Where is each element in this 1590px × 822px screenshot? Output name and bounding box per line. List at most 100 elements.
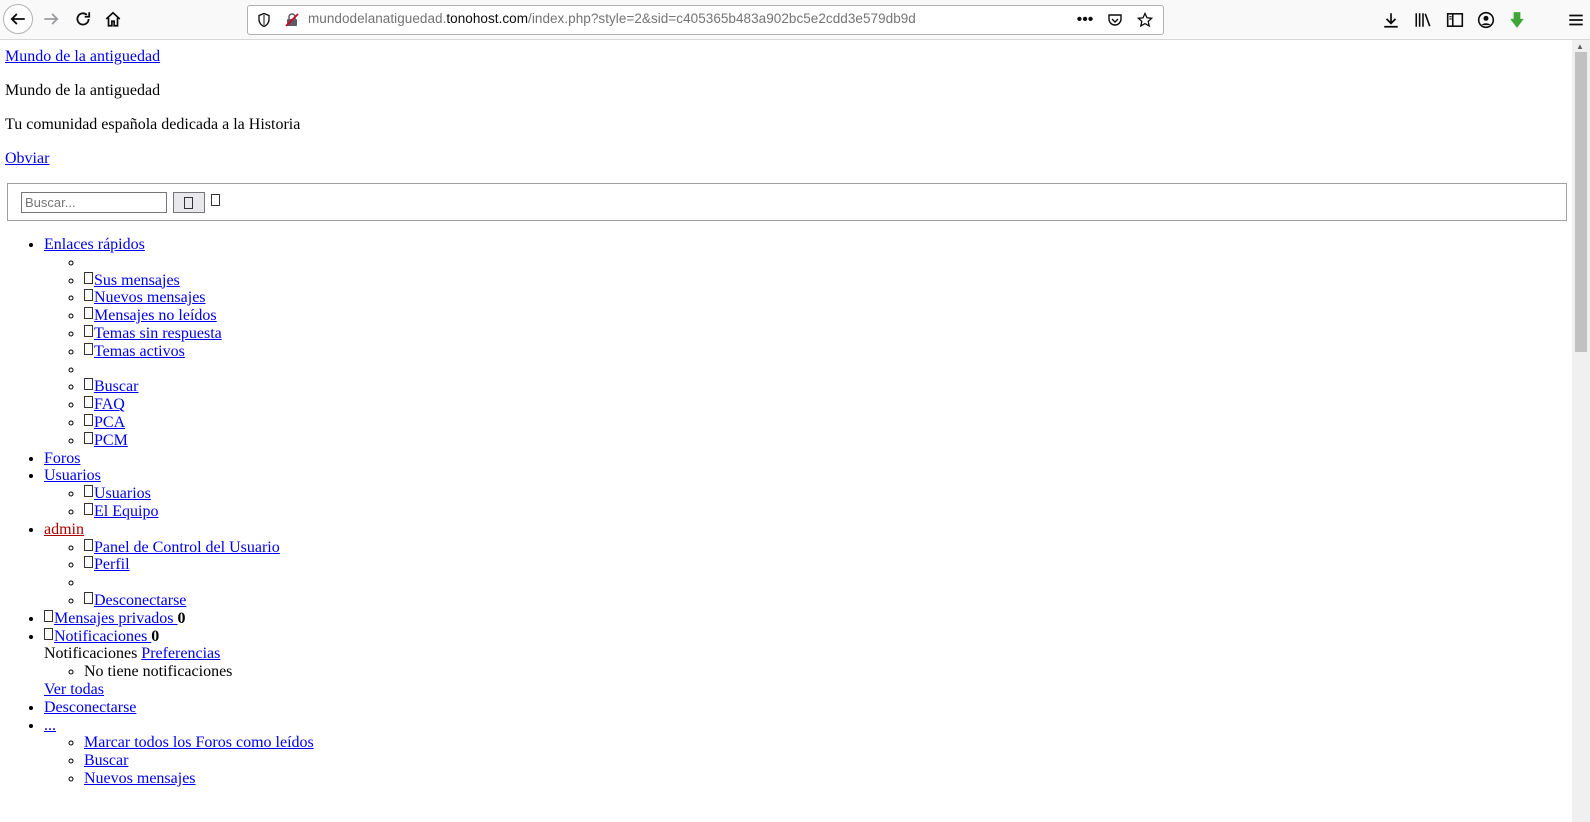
page-content: Mundo de la antiguedad Mundo de la antig… (0, 40, 1572, 822)
admin-user-link[interactable]: admin (44, 521, 84, 538)
pocket-icon[interactable] (1105, 10, 1125, 30)
mcp-link[interactable]: PCM (84, 431, 128, 449)
extension-icon[interactable] (1506, 9, 1528, 31)
link-label: Mensajes no leídos (94, 307, 217, 325)
forums-link[interactable]: Foros (44, 450, 80, 467)
scrollbar-thumb[interactable] (1575, 52, 1587, 352)
list-item: Panel de Control del Usuario (84, 538, 314, 557)
search-link[interactable]: Buscar (84, 378, 138, 395)
sidebar-icon[interactable] (1444, 9, 1466, 31)
link-label: FAQ (94, 396, 125, 414)
account-icon[interactable] (1475, 9, 1497, 31)
quick-links-toggle[interactable]: Enlaces rápidos (44, 236, 145, 253)
faq-link[interactable]: FAQ (84, 396, 125, 413)
home-icon[interactable] (98, 4, 128, 34)
view-all-notifications-link[interactable]: Ver todas (44, 681, 104, 698)
list-item: Mensajes no leídos (84, 307, 314, 325)
advanced-search-link[interactable] (211, 194, 221, 212)
missing-glyph-icon (84, 396, 93, 409)
list-item: Temas activos (84, 342, 314, 361)
site-tagline: Tu comunidad española dedicada a la Hist… (5, 116, 301, 133)
list-item: Nuevos mensajes (84, 289, 314, 307)
missing-glyph-icon (84, 538, 93, 551)
more-menu-link[interactable]: ... (44, 717, 56, 734)
missing-glyph-icon (44, 609, 53, 622)
link-label: Desconectarse (94, 591, 187, 609)
unread-posts-link[interactable]: Mensajes no leídos (84, 307, 217, 324)
menu-icon[interactable] (1566, 9, 1586, 31)
list-item: Nuevos mensajes (84, 770, 314, 788)
profile-link[interactable]: Perfil (84, 556, 130, 573)
private-messages-link[interactable]: Mensajes privados (44, 609, 178, 627)
members-link[interactable]: Usuarios (84, 485, 151, 502)
more-icon[interactable]: ••• (1075, 10, 1095, 30)
link-label: PCA (94, 413, 126, 431)
url-text: mundodelanatiguedad.tonohost.com/index.p… (308, 11, 916, 26)
notification-preferences-link[interactable]: Preferencias (141, 645, 220, 662)
separator-item (84, 574, 314, 592)
skip-link[interactable]: Obviar (5, 150, 49, 167)
list-item: Buscar (84, 752, 314, 770)
list-item: El Equipo (84, 502, 314, 521)
missing-glyph-icon (184, 196, 193, 209)
bookmark-star-icon[interactable] (1135, 10, 1155, 30)
forward-icon[interactable] (36, 4, 66, 34)
users-link[interactable]: Usuarios (44, 467, 101, 484)
scroll-up-arrow-icon[interactable]: ▲ (1576, 42, 1584, 51)
notifications-link[interactable]: Notificaciones (44, 627, 151, 645)
team-link[interactable]: El Equipo (84, 502, 158, 520)
quick-links-item: Enlaces rápidos Sus mensajes Nuevos mens… (44, 236, 314, 450)
account-logout-link[interactable]: Desconectarse (84, 591, 187, 609)
missing-glyph-icon (84, 307, 93, 320)
acp-link[interactable]: PCA (84, 413, 126, 431)
logout-link[interactable]: Desconectarse (44, 699, 136, 716)
link-label: Sus mensajes (94, 271, 180, 289)
site-home-link[interactable]: Mundo de la antiguedad (5, 48, 160, 65)
unanswered-topics-link[interactable]: Temas sin respuesta (84, 324, 222, 342)
shield-icon[interactable] (256, 12, 272, 28)
link-label: Nuevos mensajes (94, 289, 206, 307)
list-item: Marcar todos los Foros como leídos (84, 734, 314, 752)
link-label: Usuarios (94, 485, 151, 503)
list-item: Perfil (84, 556, 314, 574)
list-item: Desconectarse (84, 591, 314, 610)
url-subdomain: mundodelanatiguedad. (308, 11, 447, 26)
missing-glyph-icon (84, 413, 93, 426)
download-icon[interactable] (1380, 9, 1402, 31)
browser-toolbar: mundodelanatiguedad.tonohost.com/index.p… (0, 0, 1590, 40)
link-label: Temas activos (94, 342, 185, 360)
pm-count: 0 (177, 609, 186, 627)
list-item: Foros (44, 450, 314, 468)
search-input[interactable] (21, 192, 167, 213)
list-item: Notificaciones 0 Notificaciones Preferen… (44, 627, 314, 699)
missing-glyph-icon (84, 289, 93, 302)
url-bar[interactable]: mundodelanatiguedad.tonohost.com/index.p… (247, 5, 1164, 35)
library-icon[interactable] (1412, 9, 1434, 31)
back-icon[interactable] (3, 4, 33, 34)
list-item: Buscar (84, 378, 314, 396)
url-path: /index.php?style=2&sid=c405365b483a902bc… (528, 11, 916, 26)
link-label: Perfil (94, 556, 130, 574)
more-new-posts-link[interactable]: Nuevos mensajes (84, 770, 196, 787)
search-box (7, 183, 1567, 221)
ucp-link[interactable]: Panel de Control del Usuario (84, 538, 280, 556)
reload-icon[interactable] (68, 4, 98, 34)
search-button[interactable] (173, 192, 205, 213)
more-search-link[interactable]: Buscar (84, 752, 128, 769)
missing-glyph-icon (84, 556, 93, 569)
notifications-count: 0 (151, 627, 160, 645)
insecure-lock-icon[interactable] (284, 12, 300, 28)
link-label: PCM (94, 431, 128, 449)
scrollbar[interactable]: ▲ (1572, 40, 1590, 822)
list-item: Temas sin respuesta (84, 324, 314, 343)
notifications-header-text: Notificaciones (44, 645, 142, 663)
mark-forums-read-link[interactable]: Marcar todos los Foros como leídos (84, 734, 314, 751)
link-label: Temas sin respuesta (94, 324, 222, 342)
list-item: Desconectarse (44, 699, 314, 717)
new-posts-link[interactable]: Nuevos mensajes (84, 289, 206, 306)
separator-item (84, 361, 314, 379)
missing-glyph-icon (84, 502, 93, 515)
notifications-header: Notificaciones Preferencias (44, 645, 314, 663)
your-posts-link[interactable]: Sus mensajes (84, 271, 180, 289)
active-topics-link[interactable]: Temas activos (84, 342, 185, 360)
